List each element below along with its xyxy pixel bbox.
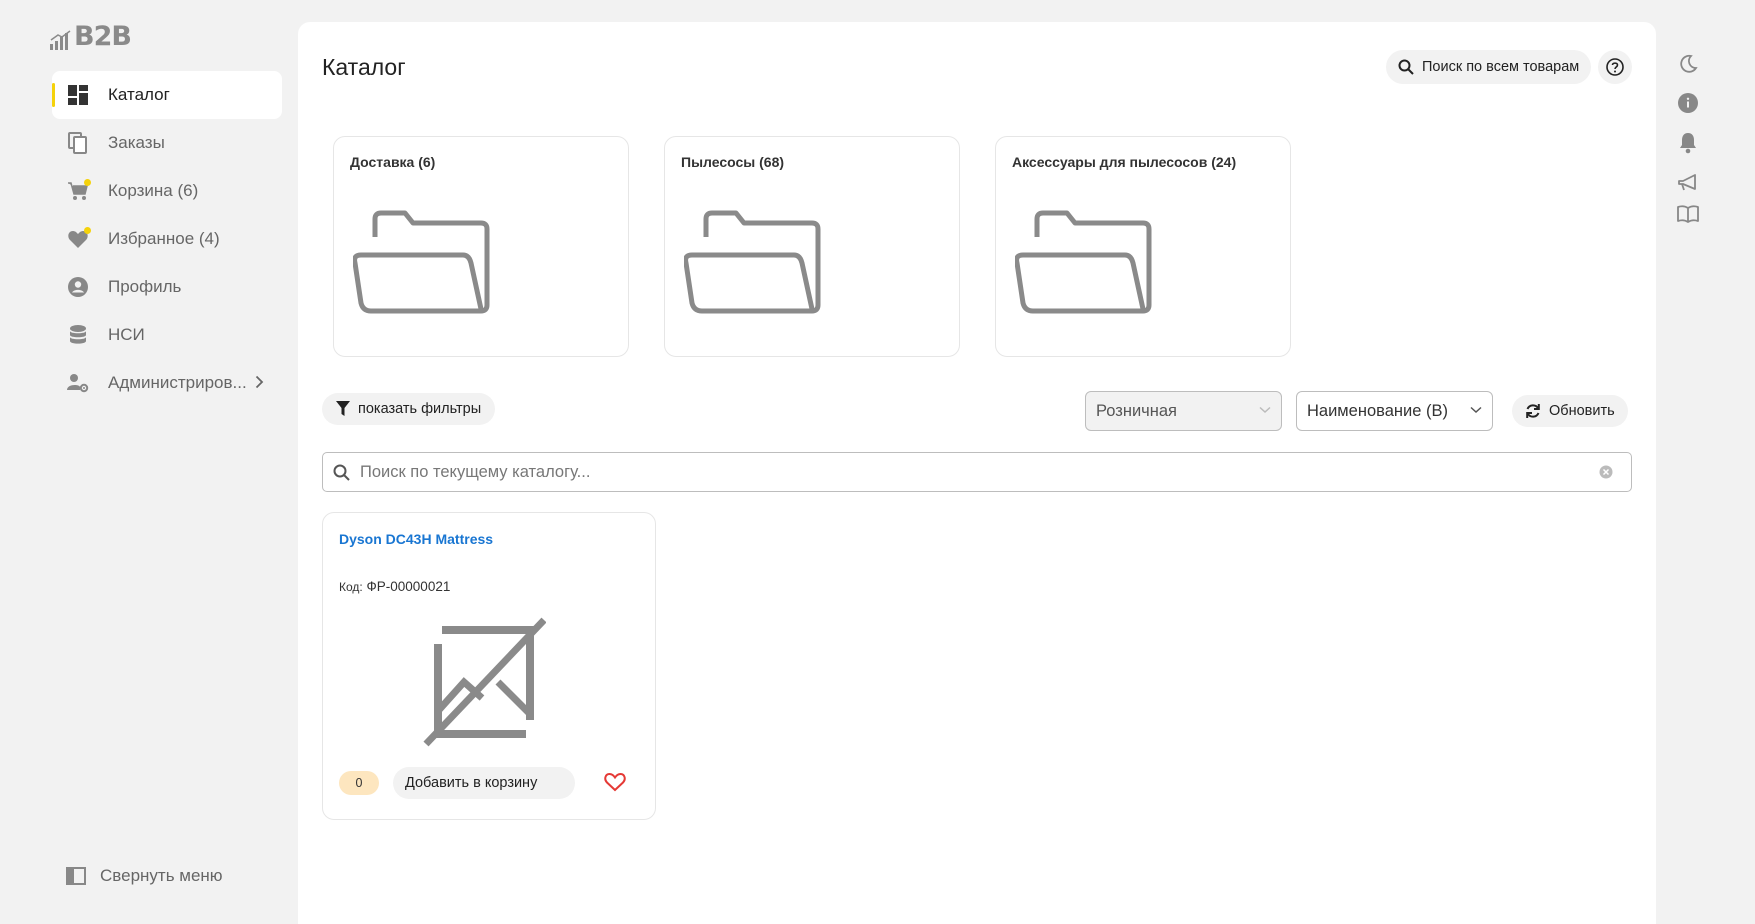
- sidebar-item-label: Заказы: [108, 133, 165, 152]
- search-icon: [333, 464, 350, 481]
- sidebar-item-label: Профиль: [108, 277, 182, 296]
- cart-icon: [66, 179, 91, 203]
- category-title: Аксессуары для пылесосов (24): [1012, 154, 1237, 170]
- chevron-right-icon: [255, 375, 264, 389]
- global-search-label: Поиск по всем товарам: [1422, 59, 1580, 75]
- global-search-button[interactable]: Поиск по всем товарам: [1386, 50, 1592, 84]
- logo-text: B2B: [74, 21, 132, 52]
- quantity-badge: 0: [339, 771, 379, 795]
- sidebar-item-orders[interactable]: Заказы: [52, 119, 282, 167]
- sort-select[interactable]: Наименование (В): [1296, 391, 1493, 431]
- dashboard-icon: [66, 83, 90, 107]
- sort-value: Наименование (В): [1307, 401, 1448, 420]
- bell-icon[interactable]: [1676, 131, 1700, 155]
- collapse-menu-label: Свернуть меню: [100, 866, 223, 885]
- clear-icon[interactable]: [1599, 465, 1613, 479]
- catalog-search-input[interactable]: [360, 462, 1631, 482]
- chevron-down-icon: [1259, 406, 1271, 414]
- refresh-label: Обновить: [1549, 403, 1615, 419]
- help-icon: [1606, 58, 1624, 76]
- chevron-down-icon: [1470, 406, 1482, 414]
- product-name-link[interactable]: Dyson DC43H Mattress: [339, 531, 493, 547]
- cart-badge-dot: [84, 179, 91, 186]
- catalog-search-field: [322, 452, 1632, 492]
- book-icon[interactable]: [1676, 202, 1700, 226]
- sidebar-item-catalog[interactable]: Каталог: [52, 71, 282, 119]
- page-title: Каталог: [322, 54, 406, 80]
- sidebar-collapse-icon: [66, 867, 86, 885]
- sidebar-item-cart[interactable]: Корзина (6): [52, 167, 282, 215]
- no-image-icon: [423, 617, 546, 747]
- product-code-value: ФР-00000021: [366, 579, 451, 594]
- add-to-cart-button[interactable]: Добавить в корзину: [393, 767, 575, 799]
- show-filters-label: показать фильтры: [358, 401, 482, 417]
- favorite-heart-icon[interactable]: [604, 772, 626, 792]
- heart-icon: [66, 227, 91, 251]
- copy-icon: [66, 131, 90, 155]
- sidebar-item-label: Администриров...: [108, 373, 247, 392]
- add-to-cart-label: Добавить в корзину: [405, 775, 538, 791]
- category-card[interactable]: Доставка (6): [333, 136, 629, 357]
- info-icon[interactable]: [1676, 91, 1700, 115]
- sidebar-item-nsi[interactable]: НСИ: [52, 311, 282, 359]
- show-filters-button[interactable]: показать фильтры: [322, 393, 496, 425]
- sidebar-item-label: Избранное (4): [108, 229, 220, 248]
- price-type-value: Розничная: [1096, 401, 1177, 420]
- refresh-button[interactable]: Обновить: [1512, 395, 1628, 427]
- sidebar-item-admin[interactable]: Администриров...: [52, 359, 282, 407]
- database-icon: [66, 323, 90, 347]
- product-card: Dyson DC43H Mattress Код: ФР-00000021 0 …: [322, 512, 656, 820]
- price-type-select[interactable]: Розничная: [1085, 391, 1282, 431]
- category-card[interactable]: Пылесосы (68): [664, 136, 960, 357]
- favorites-badge-dot: [84, 227, 91, 234]
- search-icon: [1398, 59, 1414, 75]
- sidebar-item-profile[interactable]: Профиль: [52, 263, 282, 311]
- category-title: Доставка (6): [350, 154, 436, 170]
- dark-mode-icon[interactable]: [1676, 52, 1700, 76]
- product-code-label: Код:: [339, 580, 363, 594]
- sidebar-nav: Каталог Заказы Корзина (6) Избранное (4)…: [52, 71, 282, 407]
- megaphone-icon[interactable]: [1676, 171, 1700, 195]
- signal-bars-icon: [50, 30, 71, 50]
- folder-open-icon: [1015, 210, 1152, 314]
- main-panel: Каталог Поиск по всем товарам Доставка (…: [298, 22, 1656, 924]
- sidebar-item-favorites[interactable]: Избранное (4): [52, 215, 282, 263]
- collapse-menu-button[interactable]: Свернуть меню: [66, 866, 223, 886]
- account-icon: [66, 275, 90, 299]
- admin-icon: [66, 371, 90, 395]
- product-code: Код: ФР-00000021: [339, 579, 450, 594]
- refresh-icon: [1526, 404, 1540, 418]
- filter-icon: [336, 401, 350, 416]
- category-title: Пылесосы (68): [681, 154, 785, 170]
- sidebar-item-label: Корзина (6): [108, 181, 199, 200]
- help-button[interactable]: [1598, 50, 1632, 84]
- sidebar-item-label: Каталог: [108, 85, 170, 104]
- sidebar-item-label: НСИ: [108, 325, 145, 344]
- logo: B2B: [50, 21, 132, 52]
- folder-open-icon: [353, 210, 490, 314]
- folder-open-icon: [684, 210, 821, 314]
- category-card[interactable]: Аксессуары для пылесосов (24): [995, 136, 1291, 357]
